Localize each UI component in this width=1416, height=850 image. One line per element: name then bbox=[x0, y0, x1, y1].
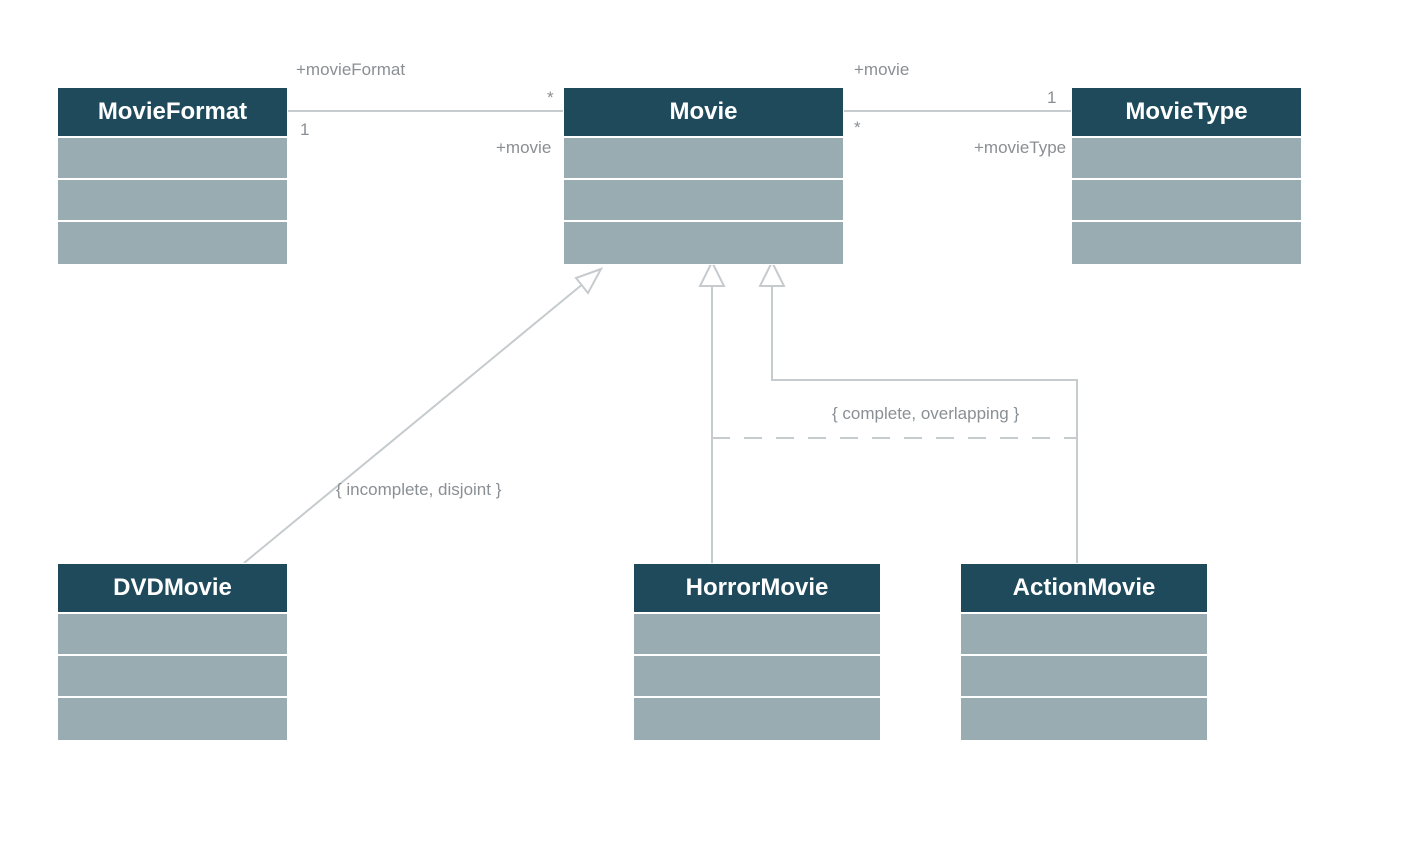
class-compartment bbox=[564, 222, 843, 264]
class-compartment bbox=[1072, 138, 1301, 180]
class-compartment bbox=[634, 698, 880, 740]
class-movieformat-name: MovieFormat bbox=[58, 88, 287, 138]
class-compartment bbox=[634, 614, 880, 656]
class-compartment bbox=[58, 614, 287, 656]
class-horrormovie-name: HorrorMovie bbox=[634, 564, 880, 614]
class-compartment bbox=[58, 656, 287, 698]
class-movietype: MovieType bbox=[1071, 87, 1302, 265]
mult-movie-right: * bbox=[854, 118, 861, 138]
gen-action-line bbox=[772, 286, 1077, 563]
uml-class-diagram: MovieFormat Movie MovieType DVDMovie Hor… bbox=[0, 0, 1416, 850]
gen-dvdmovie-line bbox=[244, 269, 601, 563]
class-compartment bbox=[58, 698, 287, 740]
gen-action-arrow bbox=[760, 262, 784, 286]
mult-movieformat: * bbox=[547, 88, 554, 108]
class-compartment bbox=[1072, 180, 1301, 222]
class-compartment bbox=[1072, 222, 1301, 264]
gen-constraint-genre: { complete, overlapping } bbox=[826, 404, 1025, 424]
class-actionmovie-name: ActionMovie bbox=[961, 564, 1207, 614]
gen-dvdmovie-arrow bbox=[576, 269, 601, 293]
class-compartment bbox=[564, 138, 843, 180]
gen-horror-arrow bbox=[700, 262, 724, 286]
mult-movietype: 1 bbox=[1047, 88, 1056, 108]
role-movieformat: +movieFormat bbox=[296, 60, 405, 80]
role-movie-right: +movie bbox=[854, 60, 909, 80]
class-compartment bbox=[564, 180, 843, 222]
class-compartment bbox=[634, 656, 880, 698]
class-movieformat: MovieFormat bbox=[57, 87, 288, 265]
class-compartment bbox=[961, 656, 1207, 698]
class-movietype-name: MovieType bbox=[1072, 88, 1301, 138]
role-movietype: +movieType bbox=[974, 138, 1066, 158]
class-compartment bbox=[58, 180, 287, 222]
gen-constraint-dvd: { incomplete, disjoint } bbox=[336, 480, 501, 500]
class-movie-name: Movie bbox=[564, 88, 843, 138]
class-compartment bbox=[961, 614, 1207, 656]
class-compartment bbox=[58, 222, 287, 264]
mult-movie-left: 1 bbox=[300, 120, 309, 140]
class-movie: Movie bbox=[563, 87, 844, 265]
class-dvdmovie-name: DVDMovie bbox=[58, 564, 287, 614]
class-compartment bbox=[58, 138, 287, 180]
class-compartment bbox=[961, 698, 1207, 740]
class-dvdmovie: DVDMovie bbox=[57, 563, 288, 741]
class-actionmovie: ActionMovie bbox=[960, 563, 1208, 741]
class-horrormovie: HorrorMovie bbox=[633, 563, 881, 741]
role-movie-left: +movie bbox=[496, 138, 551, 158]
